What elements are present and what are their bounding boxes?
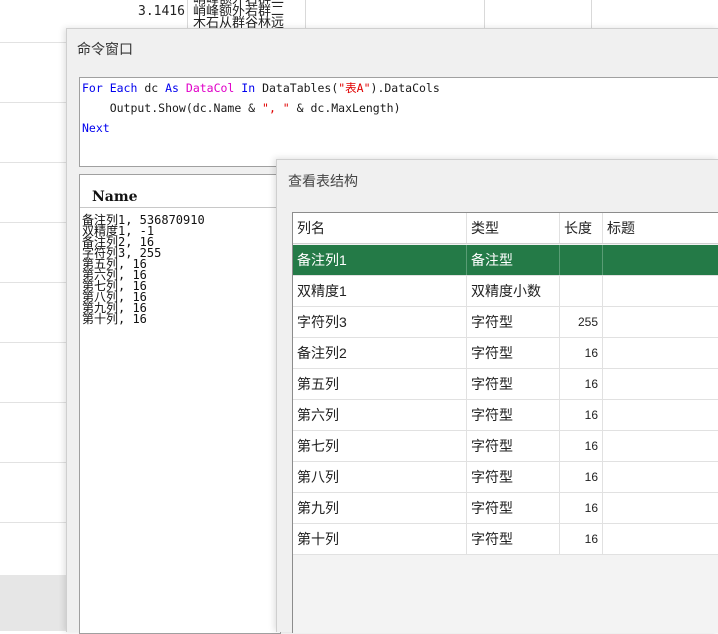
cell-type[interactable]: 双精度小数 <box>467 276 560 306</box>
cell-caption[interactable] <box>603 524 718 554</box>
cell-name[interactable]: 第五列 <box>293 369 467 399</box>
cell-name[interactable]: 备注列2 <box>293 338 467 368</box>
table-row[interactable]: 字符列3 字符型 255 <box>293 307 718 338</box>
code-type: DataCol <box>185 81 235 95</box>
table-row[interactable]: 第六列 字符型 16 <box>293 400 718 431</box>
cell-length[interactable]: 16 <box>560 493 603 523</box>
cell-length[interactable]: 16 <box>560 369 603 399</box>
table-row[interactable]: 双精度1 双精度小数 <box>293 276 718 307</box>
cell-caption[interactable] <box>603 245 718 275</box>
command-window-title: 命令窗口 <box>77 41 133 57</box>
cell-type[interactable]: 字符型 <box>467 307 560 337</box>
cell-caption[interactable] <box>603 431 718 461</box>
cell-length[interactable]: 255 <box>560 307 603 337</box>
cell-type[interactable]: 字符型 <box>467 493 560 523</box>
code-line-3: Next <box>82 121 110 135</box>
cell-type[interactable]: 备注型 <box>467 245 560 275</box>
code-string: ", " <box>262 101 290 115</box>
cell-caption[interactable] <box>603 369 718 399</box>
cell-name[interactable]: 第七列 <box>293 431 467 461</box>
sheet-cell-number[interactable]: 3.1416 <box>138 4 185 19</box>
cell-caption[interactable] <box>603 493 718 523</box>
code-line-1: For Each dc As DataCol In DataTables("表A… <box>80 78 718 98</box>
sheet-column-divider <box>484 0 485 28</box>
code-keyword: In <box>241 81 256 95</box>
cell-length[interactable]: 16 <box>560 431 603 461</box>
dialog-title: 查看表结构 <box>288 173 358 189</box>
code-string: "表A" <box>338 81 371 95</box>
table-row[interactable]: 第五列 字符型 16 <box>293 369 718 400</box>
code-editor[interactable]: For Each dc As DataCol In DataTables("表A… <box>79 77 718 167</box>
cell-name[interactable]: 第六列 <box>293 400 467 430</box>
sheet-row-line <box>0 42 66 43</box>
code-line-2: Output.Show(dc.Name & ", " & dc.MaxLengt… <box>80 98 718 118</box>
code-text: Output.Show(dc.Name & <box>82 101 263 115</box>
cell-type[interactable]: 字符型 <box>467 462 560 492</box>
table-row[interactable]: 第七列 字符型 16 <box>293 431 718 462</box>
code-text: dc <box>137 81 166 95</box>
cell-name[interactable]: 第九列 <box>293 493 467 523</box>
cell-length[interactable]: 16 <box>560 462 603 492</box>
sheet-row-line <box>0 102 66 103</box>
sheet-column-divider <box>591 0 592 28</box>
output-line: 第十列, 16 <box>82 312 147 326</box>
cell-length[interactable]: 16 <box>560 338 603 368</box>
sheet-row-line <box>0 522 66 523</box>
cell-length[interactable] <box>560 245 603 275</box>
cell-name[interactable]: 双精度1 <box>293 276 467 306</box>
code-text: DataTables( <box>255 81 339 95</box>
code-keyword: For Each <box>82 81 138 95</box>
cell-length[interactable]: 16 <box>560 400 603 430</box>
table-row[interactable]: 备注列1 备注型 <box>293 245 718 276</box>
table-structure-dialog: 查看表结构 列名 类型 长度 标题 备注列1 备注型 双精度1 双精度小数 字符… <box>276 159 718 633</box>
cell-name[interactable]: 第十列 <box>293 524 467 554</box>
cell-type[interactable]: 字符型 <box>467 369 560 399</box>
sheet-row-line <box>0 282 66 283</box>
cell-type[interactable]: 字符型 <box>467 524 560 554</box>
grid-header-row: 列名 类型 长度 标题 <box>293 213 718 244</box>
column-header-name[interactable]: 列名 <box>293 213 467 243</box>
sheet-column-divider <box>305 0 306 28</box>
sheet-row-line <box>0 162 66 163</box>
cell-name[interactable]: 备注列1 <box>293 245 467 275</box>
sheet-row-line <box>0 222 66 223</box>
table-row[interactable]: 第九列 字符型 16 <box>293 493 718 524</box>
code-text: & dc.MaxLength) <box>289 101 401 115</box>
cell-caption[interactable] <box>603 462 718 492</box>
table-row[interactable]: 第十列 字符型 16 <box>293 524 718 555</box>
structure-grid[interactable]: 列名 类型 长度 标题 备注列1 备注型 双精度1 双精度小数 字符列3 字符型… <box>292 212 718 633</box>
cell-length[interactable] <box>560 276 603 306</box>
code-keyword: As <box>165 81 179 95</box>
cell-length[interactable]: 16 <box>560 524 603 554</box>
sheet-column-divider <box>187 0 188 28</box>
column-header-length[interactable]: 长度 <box>560 213 603 243</box>
column-header-type[interactable]: 类型 <box>467 213 560 243</box>
cell-caption[interactable] <box>603 276 718 306</box>
sheet-cell-text[interactable]: 峭峰额外若群二 峭峰额外若群二 木石从群谷林远 <box>193 0 301 30</box>
cell-caption[interactable] <box>603 338 718 368</box>
sheet-row-line <box>0 402 66 403</box>
cell-caption[interactable] <box>603 307 718 337</box>
output-lines: 备注列1, 536870910 双精度1, -1 备注列2, 16 字符列3, … <box>82 214 205 326</box>
sheet-row-line <box>0 462 66 463</box>
cell-name[interactable]: 字符列3 <box>293 307 467 337</box>
cell-type[interactable]: 字符型 <box>467 431 560 461</box>
output-header: Name <box>80 175 280 208</box>
cell-type[interactable]: 字符型 <box>467 338 560 368</box>
output-panel[interactable]: Name 备注列1, 536870910 双精度1, -1 备注列2, 16 字… <box>79 174 281 634</box>
output-header-label: Name <box>92 189 138 205</box>
sheet-row-line <box>0 342 66 343</box>
column-header-caption[interactable]: 标题 <box>603 213 718 243</box>
cell-caption[interactable] <box>603 400 718 430</box>
table-row[interactable]: 第八列 字符型 16 <box>293 462 718 493</box>
cell-name[interactable]: 第八列 <box>293 462 467 492</box>
cell-type[interactable]: 字符型 <box>467 400 560 430</box>
code-text: ).DataCols <box>370 81 440 95</box>
table-row[interactable]: 备注列2 字符型 16 <box>293 338 718 369</box>
